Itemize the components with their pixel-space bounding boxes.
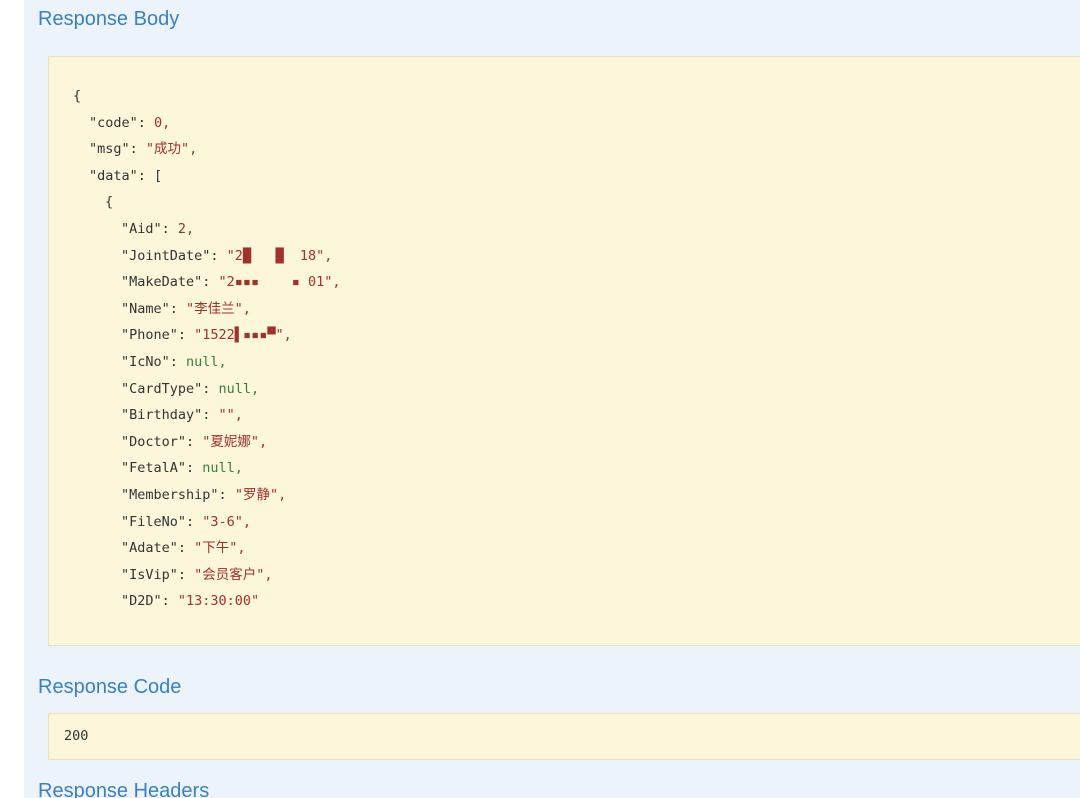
json-value: 0, (154, 114, 171, 131)
json-key: "msg" (89, 141, 130, 158)
json-line: { (73, 83, 81, 109)
json-line: "Membership": "罗静", (121, 487, 287, 503)
json-value: "会员客户", (194, 566, 273, 583)
response-body-title: Response Body (38, 8, 180, 30)
json-line: "CardType": null, (121, 380, 260, 397)
json-key: "Phone" (121, 327, 178, 344)
json-value: "2▪▪▪ ▪ 01", (218, 274, 341, 291)
response-panel: Response Body { "code": 0, "msg": "成功", "da… (24, 0, 1080, 798)
json-value: "下午", (194, 540, 246, 557)
json-line: "D2D": "13:30:00" (121, 593, 260, 610)
json-line: "FetalA": null, (121, 460, 243, 477)
json-line: "Adate": "下午", (121, 540, 246, 557)
json-value: "2█ █ 18", (226, 247, 333, 264)
json-line: "IcNo": null, (121, 354, 227, 370)
json-key: "D2D" (121, 593, 162, 610)
response-code-box: 200 (48, 713, 1080, 760)
json-key: "JointDate" (121, 247, 211, 264)
json-key: "FetalA" (121, 460, 187, 477)
json-line: "code": 0, (89, 114, 171, 131)
json-line: "Phone": "1522▌▪▪▪▀", (121, 327, 292, 344)
json-line: "IsVip": "会员客户", (121, 566, 273, 583)
json-key: "FileNo" (121, 513, 187, 530)
json-line: "JointDate": "2█ █ 18", (121, 247, 333, 264)
json-line: "msg": "成功", (89, 141, 198, 158)
json-value: null, (202, 460, 243, 477)
json-key: "MakeDate" (121, 274, 203, 291)
json-key: "Birthday" (121, 407, 203, 424)
json-bracket: { (73, 88, 82, 104)
json-key: "Name" (121, 300, 170, 317)
json-value: "夏妮娜", (202, 433, 268, 450)
json-key: "Membership" (121, 487, 219, 503)
json-value: null, (186, 354, 227, 370)
json-value: "", (218, 407, 243, 424)
json-value: "李佳兰", (186, 300, 251, 317)
json-line: "Name": "李佳兰", (121, 300, 251, 317)
json-line: "MakeDate": "2▪▪▪ ▪ 01", (121, 274, 341, 291)
json-line: "Birthday": "", (121, 407, 243, 424)
json-key: "Doctor" (121, 433, 187, 450)
json-value: "13:30:00" (177, 593, 260, 610)
json-key: "IsVip" (121, 566, 178, 583)
json-value: [ (154, 167, 163, 184)
json-value: "罗静", (234, 487, 287, 503)
json-key: "IcNo" (121, 354, 170, 370)
json-key: "code" (89, 114, 138, 131)
json-value: "3-6", (202, 513, 252, 530)
response-code-title: Response Code (38, 676, 182, 698)
json-value: "1522▌▪▪▪▀", (194, 327, 292, 344)
json-line: "Aid": 2, (121, 221, 195, 237)
json-line: "FileNo": "3-6", (121, 513, 252, 530)
json-value: 2, (177, 221, 195, 237)
json-key: "Aid" (121, 221, 162, 237)
json-line: { (105, 189, 113, 215)
json-line: "data": [ (89, 167, 163, 184)
json-key: "Adate" (121, 540, 178, 557)
json-value: "成功", (145, 141, 198, 158)
json-key: "data" (89, 167, 138, 184)
json-key: "CardType" (121, 380, 203, 397)
response-code-value: 200 (64, 728, 89, 744)
json-line: "Doctor": "夏妮娜", (121, 433, 268, 450)
json-value: null, (218, 380, 260, 397)
response-headers-title: Response Headers (38, 780, 210, 798)
json-bracket: { (105, 194, 114, 211)
response-body-box[interactable]: { "code": 0, "msg": "成功", "data": [ { "Aid": … (48, 56, 1080, 646)
